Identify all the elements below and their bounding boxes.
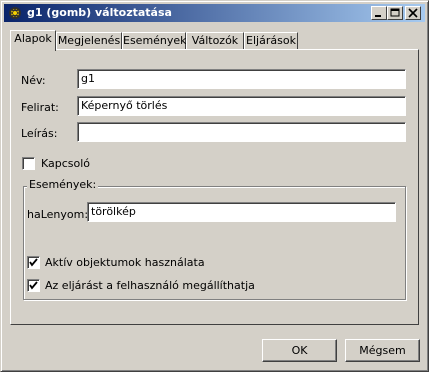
switch-label[interactable]: Kapcsoló xyxy=(41,157,90,170)
tab-alapok[interactable]: Alapok xyxy=(10,30,56,51)
onclick-field[interactable]: törölkép xyxy=(87,202,396,222)
caption-label: Felirat: xyxy=(21,101,59,114)
window-title: g1 (gomb) változtatása xyxy=(27,6,172,19)
title-bar[interactable]: g1 (gomb) változtatása xyxy=(4,4,425,22)
name-field[interactable]: g1 xyxy=(77,69,406,89)
user-stop-checkbox[interactable] xyxy=(27,279,40,292)
onclick-label: haLenyom: xyxy=(27,208,89,221)
tab-esemenyek[interactable]: Események xyxy=(122,32,187,50)
tab-megjelenes[interactable]: Megjelenés xyxy=(56,32,122,50)
app-icon xyxy=(9,7,21,19)
tab-eljarasok[interactable]: Eljárások xyxy=(244,32,298,50)
checkmark-icon xyxy=(29,258,38,267)
cancel-button[interactable]: Mégsem xyxy=(345,339,420,362)
user-stop-label[interactable]: Az eljárást a felhasználó megállíthatja xyxy=(45,279,255,292)
events-group-title: Események: xyxy=(27,178,99,191)
minimize-button[interactable] xyxy=(371,6,387,20)
close-icon xyxy=(408,8,418,18)
description-field[interactable] xyxy=(77,122,406,142)
caption-field[interactable]: Képernyő törlés xyxy=(77,96,406,116)
minimize-icon xyxy=(375,15,381,17)
switch-checkbox[interactable] xyxy=(22,157,35,170)
tab-valtozok[interactable]: Változók xyxy=(186,32,244,50)
dialog-window: g1 (gomb) változtatása Alapok Megjelenés… xyxy=(0,0,429,372)
active-objects-checkbox[interactable] xyxy=(27,256,40,269)
checkmark-icon xyxy=(29,281,38,290)
tab-panel-alapok: Név: g1 Felirat: Képernyő törlés Leírás:… xyxy=(10,49,419,325)
close-button[interactable] xyxy=(405,6,421,20)
ok-button[interactable]: OK xyxy=(262,339,337,362)
maximize-icon xyxy=(390,8,400,17)
maximize-button[interactable] xyxy=(387,6,403,20)
description-label: Leírás: xyxy=(21,127,58,140)
active-objects-label[interactable]: Aktív objektumok használata xyxy=(45,256,205,269)
name-label: Név: xyxy=(21,74,46,87)
